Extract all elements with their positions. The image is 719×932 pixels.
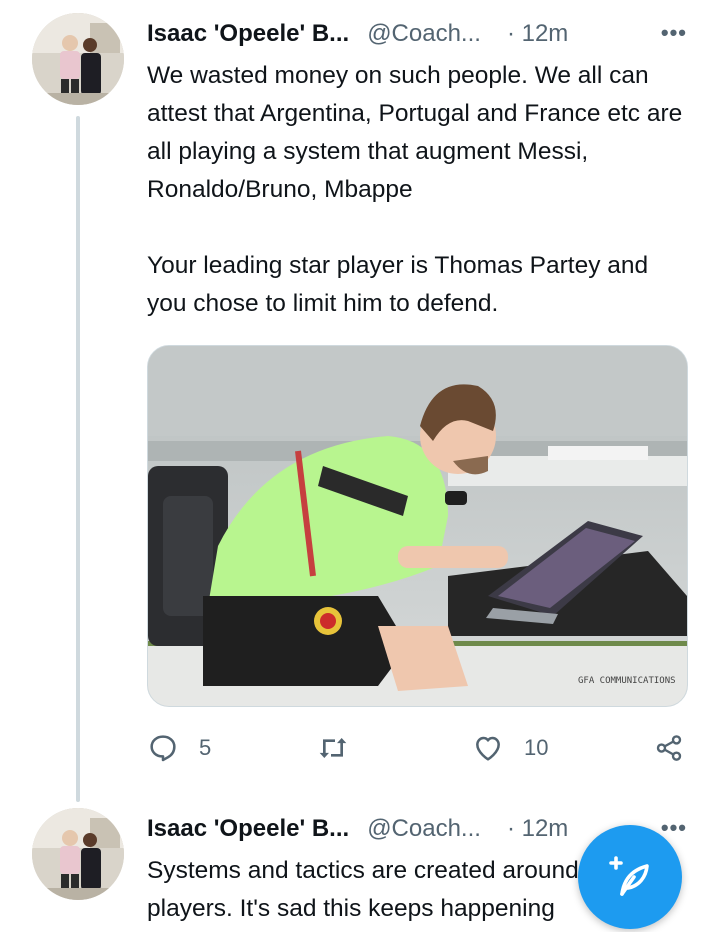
coach-laptop-photo: GFA COMMUNICATIONS	[148, 346, 687, 706]
retweet-icon	[319, 738, 347, 758]
retweet-button[interactable]	[315, 728, 371, 768]
tweet-media-image[interactable]: GFA COMMUNICATIONS	[147, 345, 688, 707]
tweet-timestamp[interactable]: · 12m	[507, 815, 568, 843]
reply-button[interactable]: 5	[147, 728, 211, 768]
author-name[interactable]: Isaac 'Opeele' B...	[147, 815, 349, 843]
more-icon[interactable]: •••	[661, 815, 687, 841]
compose-tweet-icon	[609, 856, 649, 896]
avatar[interactable]	[32, 808, 124, 900]
more-icon[interactable]: •••	[661, 20, 687, 46]
like-button[interactable]: 10	[472, 728, 548, 768]
author-handle[interactable]: @Coach...	[367, 20, 481, 48]
tweet-header: Isaac 'Opeele' B... @Coach... · 12m	[147, 17, 568, 51]
avatar[interactable]	[32, 13, 124, 105]
author-name[interactable]: Isaac 'Opeele' B...	[147, 20, 349, 48]
author-handle[interactable]: @Coach...	[367, 815, 481, 843]
compose-tweet-button[interactable]	[578, 825, 682, 929]
share-button[interactable]	[654, 728, 684, 768]
tweet-header: Isaac 'Opeele' B... @Coach... · 12m	[147, 812, 568, 846]
thread-line	[76, 116, 80, 802]
avatar-photo	[32, 808, 124, 900]
tweet-text: We wasted money on such people. We all c…	[147, 62, 683, 317]
reply-count: 5	[199, 735, 212, 760]
avatar-photo	[32, 13, 124, 105]
heart-icon	[476, 736, 500, 761]
tweet[interactable]: Isaac 'Opeele' B... @Coach... · 12m ••• …	[0, 0, 719, 802]
share-icon	[656, 735, 682, 761]
like-count: 10	[524, 735, 549, 760]
tweet-actions: 5 10	[147, 728, 687, 768]
photo-watermark: GFA COMMUNICATIONS	[578, 676, 676, 686]
tweet-timestamp[interactable]: · 12m	[507, 20, 568, 48]
reply-icon	[150, 735, 176, 762]
